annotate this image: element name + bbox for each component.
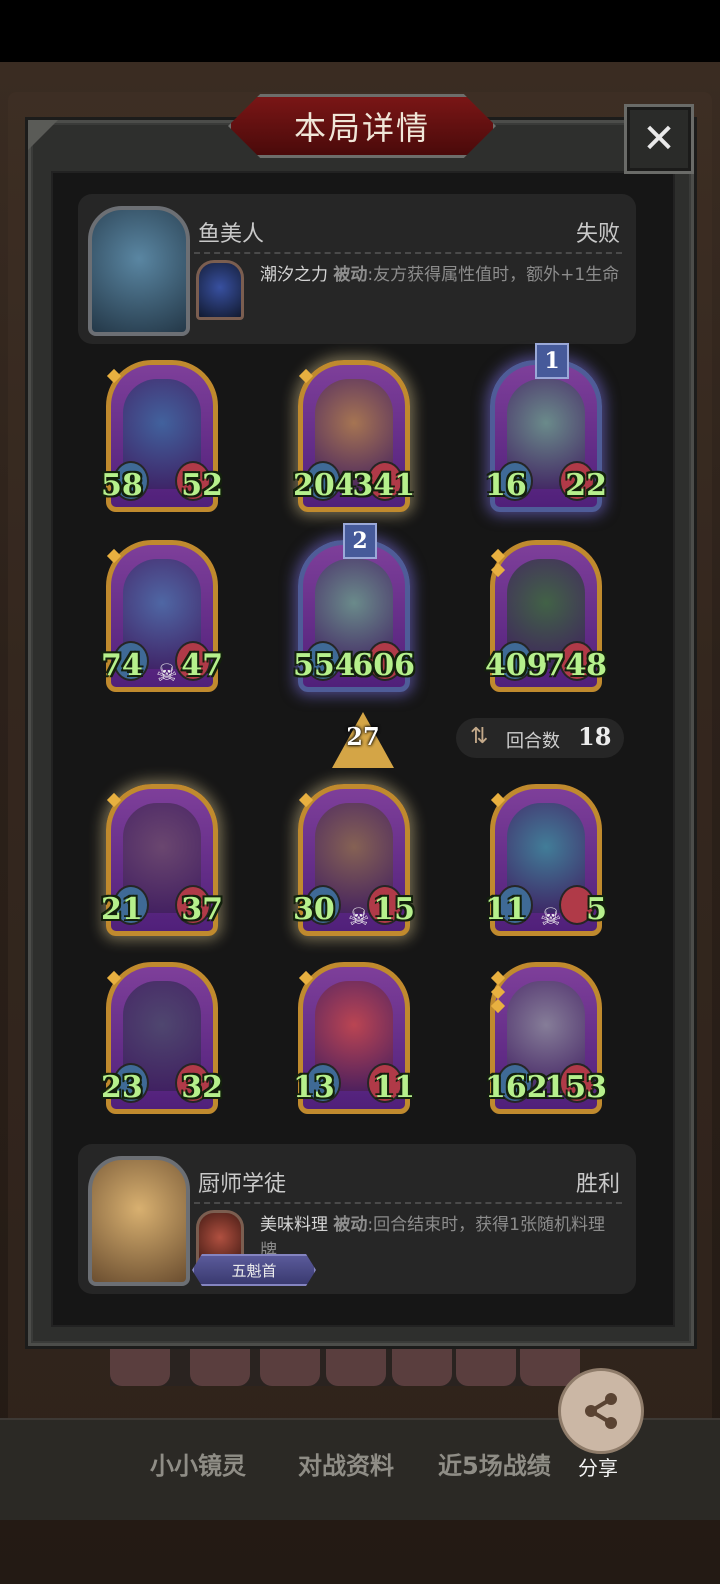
round-label: 回合数 bbox=[506, 731, 560, 752]
strip-card bbox=[110, 1346, 170, 1386]
skill-desc: :友方获得属性值时，额外+1生命 bbox=[367, 265, 620, 285]
opponent-minion-card[interactable]: 204 341 bbox=[293, 360, 415, 512]
strip-card bbox=[260, 1346, 320, 1386]
refresh-icon: ⇅ bbox=[470, 724, 489, 749]
player-skill-text: 美味料理 被动:回合结束时，获得1张随机料理牌 bbox=[260, 1212, 620, 1264]
status-bar bbox=[0, 0, 720, 62]
health-value: 22 bbox=[565, 468, 607, 503]
tidal-power-skill-icon[interactable] bbox=[196, 260, 244, 320]
health-value: 341 bbox=[352, 468, 415, 503]
tab-battle-info[interactable]: 对战资料 bbox=[298, 1446, 394, 1481]
health-value: 52 bbox=[181, 468, 223, 503]
health-value: 47 bbox=[181, 648, 223, 683]
skill-name: 潮汐之力 bbox=[260, 265, 328, 285]
background-card-strip bbox=[110, 1346, 580, 1386]
opponent-minion-card[interactable]: 74 47 ☠ bbox=[101, 540, 223, 692]
attack-value: 23 bbox=[101, 1070, 143, 1105]
health-value: 15 bbox=[373, 892, 415, 927]
opponent-name: 鱼美人 bbox=[198, 222, 265, 247]
modal-corner bbox=[28, 120, 58, 150]
tab-mirror-spirit[interactable]: 小小镜灵 bbox=[150, 1446, 246, 1481]
title-badge: 五魁首 bbox=[192, 1254, 316, 1286]
opponent-minion-card[interactable]: 554 606 2 bbox=[293, 523, 415, 692]
health-value: 5 bbox=[586, 892, 607, 927]
player-minion-card[interactable]: 162 153 bbox=[485, 962, 607, 1114]
tier-badge: 2 bbox=[343, 523, 377, 559]
divider bbox=[194, 252, 622, 254]
tab-recent-record[interactable]: 近5场战绩 bbox=[438, 1446, 551, 1481]
player-minion-card[interactable]: 30 15 ☠ bbox=[293, 784, 415, 936]
strip-card bbox=[326, 1346, 386, 1386]
close-button[interactable]: ✕ bbox=[624, 104, 694, 174]
deathrattle-skull-icon: ☠ bbox=[156, 659, 178, 687]
golden-gem-icon bbox=[490, 998, 506, 1014]
tier-badge: 1 bbox=[535, 343, 569, 379]
chef-apprentice-portrait-icon[interactable] bbox=[88, 1156, 190, 1286]
player-minion-card[interactable]: 13 11 bbox=[293, 962, 415, 1114]
health-value: 11 bbox=[373, 1070, 415, 1105]
health-value: 748 bbox=[544, 648, 607, 683]
opponent-result: 失败 bbox=[575, 222, 620, 247]
health-value: 37 bbox=[181, 892, 223, 927]
player-hero-panel: 厨师学徒 胜利 美味料理 被动:回合结束时，获得1张随机料理牌 五魁首 bbox=[78, 1144, 636, 1294]
health-value: 606 bbox=[352, 648, 415, 683]
skill-tag: 被动 bbox=[333, 265, 368, 285]
close-icon: ✕ bbox=[642, 116, 676, 162]
opponent-skill-text: 潮汐之力 被动:友方获得属性值时，额外+1生命 bbox=[260, 262, 620, 288]
round-value: 18 bbox=[578, 722, 612, 751]
player-minion-card[interactable]: 11 5 ☠ bbox=[485, 784, 607, 936]
modal-title-plate: 本局详情 bbox=[228, 94, 496, 158]
divider bbox=[194, 1202, 622, 1204]
attack-value: 554 bbox=[293, 648, 356, 683]
player-result: 胜利 bbox=[575, 1172, 620, 1197]
skill-tag: 被动 bbox=[333, 1215, 368, 1235]
share-icon bbox=[585, 1393, 617, 1429]
deathrattle-skull-icon: ☠ bbox=[540, 903, 562, 931]
strip-card bbox=[392, 1346, 452, 1386]
share-label: 分享 bbox=[578, 1456, 618, 1480]
attack-value: 11 bbox=[485, 892, 527, 927]
opponent-hero-panel: 鱼美人 失败 潮汐之力 被动:友方获得属性值时，额外+1生命 bbox=[78, 194, 636, 344]
player-minion-card[interactable]: 21 37 bbox=[101, 784, 223, 936]
strip-card bbox=[456, 1346, 516, 1386]
deathrattle-skull-icon: ☠ bbox=[348, 903, 370, 931]
opponent-minion-card[interactable]: 409 748 bbox=[485, 540, 607, 692]
attack-value: 162 bbox=[485, 1070, 548, 1105]
strip-card bbox=[190, 1346, 250, 1386]
modal-title: 本局详情 bbox=[293, 109, 430, 147]
share-button[interactable] bbox=[558, 1368, 644, 1454]
attack-value: 58 bbox=[101, 468, 143, 503]
opponent-minion-card[interactable]: 58 52 bbox=[101, 360, 223, 512]
tavern-level: 27 bbox=[346, 722, 380, 751]
player-minion-card[interactable]: 23 32 bbox=[101, 962, 223, 1114]
attack-value: 74 bbox=[101, 648, 143, 683]
skill-name: 美味料理 bbox=[260, 1215, 328, 1235]
health-value: 32 bbox=[181, 1070, 223, 1105]
attack-value: 21 bbox=[101, 892, 143, 927]
attack-value: 30 bbox=[293, 892, 335, 927]
mermaid-portrait-icon[interactable] bbox=[88, 206, 190, 336]
attack-value: 13 bbox=[293, 1070, 335, 1105]
attack-value: 16 bbox=[485, 468, 527, 503]
attack-value: 204 bbox=[293, 468, 356, 503]
player-name: 厨师学徒 bbox=[198, 1172, 287, 1197]
attack-value: 409 bbox=[485, 648, 548, 683]
health-value: 153 bbox=[544, 1070, 607, 1105]
opponent-minion-card[interactable]: 16 22 1 bbox=[485, 343, 607, 512]
